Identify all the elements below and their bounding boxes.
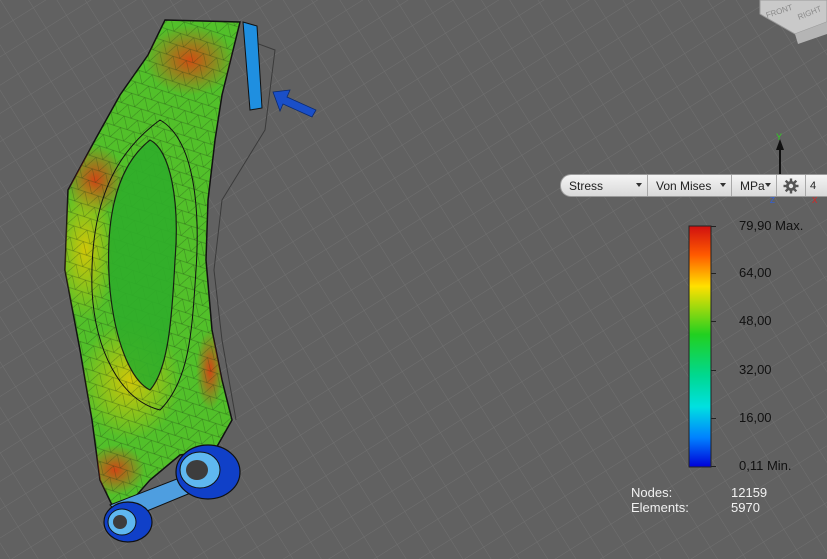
model-viewport[interactable]: FRONT RIGHT Y Z X xyxy=(0,0,827,559)
units-label: MPa xyxy=(740,178,765,193)
legend-min-label: 0,11 Min. xyxy=(739,458,792,473)
triad-y-label: Y xyxy=(776,132,782,142)
legend-tick-32 xyxy=(711,370,716,371)
legend-label-16: 16,00 xyxy=(739,410,772,425)
legend-tick-64 xyxy=(711,273,716,274)
legend-tick-min xyxy=(711,466,716,467)
triad-x-label: X xyxy=(812,196,818,205)
legend-tick-max xyxy=(711,226,716,227)
chevron-down-icon xyxy=(765,183,771,187)
nodes-value: 12159 xyxy=(731,485,768,500)
triad-z-label: Z xyxy=(770,196,775,205)
gear-icon xyxy=(783,178,799,193)
units-dropdown[interactable]: MPa xyxy=(732,175,777,196)
component-label: Von Mises xyxy=(656,178,712,193)
legend-max-label: 79,90 Max. xyxy=(739,218,804,233)
elements-value: 5970 xyxy=(731,500,760,515)
nodes-label: Nodes: xyxy=(631,485,673,500)
legend-label-48: 48,00 xyxy=(739,313,772,328)
bushing-small xyxy=(103,501,153,543)
result-type-label: Stress xyxy=(569,178,604,193)
legend-color-bar xyxy=(688,225,712,468)
legend-tick-48 xyxy=(711,321,716,322)
bushing-large xyxy=(175,444,241,500)
result-toolbar: Stress Von Mises MPa 4 xyxy=(560,174,827,197)
result-type-dropdown[interactable]: Stress xyxy=(561,175,648,196)
settings-button[interactable] xyxy=(777,175,806,196)
chevron-down-icon xyxy=(636,183,642,187)
legend-label-64: 64,00 xyxy=(739,265,772,280)
component-dropdown[interactable]: Von Mises xyxy=(648,175,732,196)
legend-label-32: 32,00 xyxy=(739,362,772,377)
more-options-button[interactable]: 4 xyxy=(806,175,820,196)
legend-tick-16 xyxy=(711,418,716,419)
elements-label: Elements: xyxy=(631,500,689,515)
chevron-down-icon xyxy=(720,183,726,187)
